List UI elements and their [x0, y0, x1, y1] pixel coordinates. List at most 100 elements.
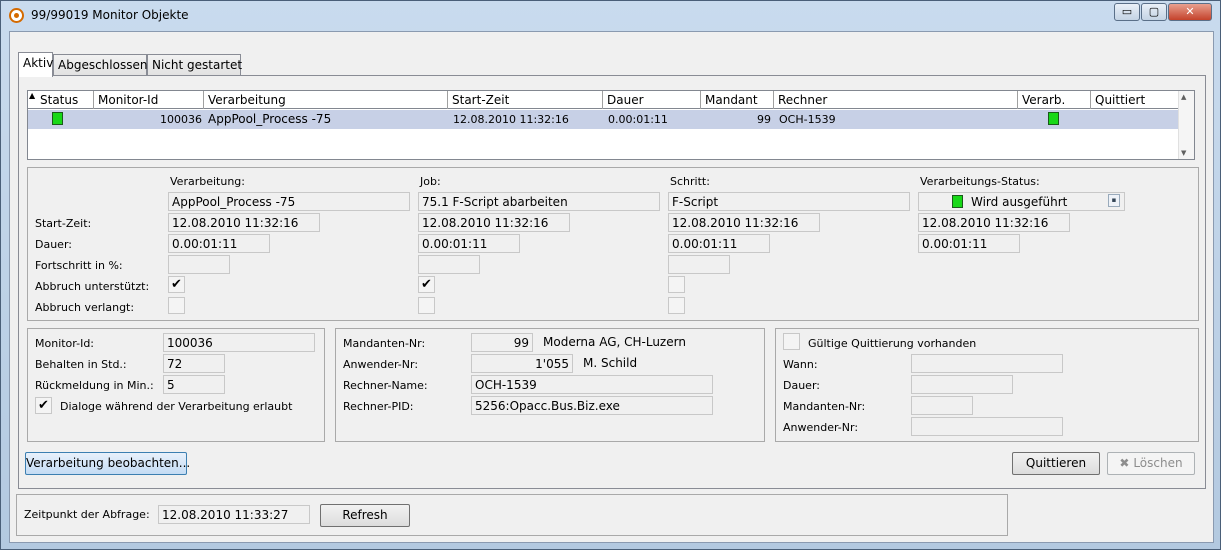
tab-aktiv[interactable]: Aktiv [18, 52, 53, 77]
col-rechner[interactable]: Rechner [774, 91, 1018, 109]
label-wann: Wann: [783, 358, 818, 371]
footer-group: Zeitpunkt der Abfrage: 12.08.2010 11:33:… [16, 494, 1008, 536]
status-value: Wird ausgeführt [971, 195, 1068, 209]
label-dauer: Dauer: [35, 238, 72, 251]
schritt-abbruch-verlangt-checkbox[interactable] [668, 297, 685, 314]
label-abbruch-unterstuetzt: Abbruch unterstützt: [35, 280, 150, 293]
label-start-zeit: Start-Zeit: [35, 217, 92, 230]
verarbeitung-abbruch-verlangt-checkbox[interactable] [168, 297, 185, 314]
monitor-window: 99/99019 Monitor Objekte ▭ ▢ ✕ Aktiv Abg… [0, 0, 1221, 550]
scroll-down-icon[interactable]: ▼ [1181, 149, 1186, 157]
grid-scrollbar[interactable]: ▲ ▼ [1178, 91, 1194, 159]
sort-arrow-icon: ▲ [29, 91, 36, 100]
row-start-zeit: 12.08.2010 11:32:16 [453, 113, 569, 126]
header-schritt: Schritt: [670, 175, 710, 188]
behalten-field[interactable]: 72 [163, 354, 225, 373]
col-verarb[interactable]: Verarb. [1018, 91, 1091, 109]
quittierung-anwender-nr-field[interactable] [911, 417, 1063, 436]
loeschen-button[interactable]: ✖ Löschen [1107, 452, 1195, 475]
maximize-button[interactable]: ▢ [1141, 3, 1167, 21]
delete-icon: ✖ [1119, 456, 1130, 470]
col-monitor-id[interactable]: Monitor-Id [94, 91, 204, 109]
label-abbruch-verlangt: Abbruch verlangt: [35, 301, 135, 314]
row-monitor-id: 100036 [160, 113, 202, 126]
col-start-zeit[interactable]: Start-Zeit [448, 91, 603, 109]
verarbeitung-field[interactable]: AppPool_Process -75 [168, 192, 410, 211]
status-running-icon [952, 195, 963, 208]
label-monitor-id: Monitor-Id: [35, 337, 95, 350]
mandant-group: Mandanten-Nr: 99 Moderna AG, CH-Luzern A… [335, 328, 765, 442]
label-anwender-nr: Anwender-Nr: [343, 358, 419, 371]
rechner-pid-field[interactable]: 5256:Opacc.Bus.Biz.exe [471, 396, 713, 415]
scroll-up-icon[interactable]: ▲ [1181, 93, 1186, 101]
verarbeitung-start-field[interactable]: 12.08.2010 11:32:16 [168, 213, 320, 232]
dialoge-checkbox[interactable]: ✔ [35, 397, 52, 414]
zeitpunkt-field[interactable]: 12.08.2010 11:33:27 [158, 505, 310, 524]
quittierung-dauer-field[interactable] [911, 375, 1013, 394]
label-quittierung-anwender-nr: Anwender-Nr: [783, 421, 859, 434]
schritt-dauer-field[interactable]: 0.00:01:11 [668, 234, 770, 253]
label-rechner-name: Rechner-Name: [343, 379, 428, 392]
close-button[interactable]: ✕ [1168, 3, 1212, 21]
verarbeitung-abbruch-unterstuetzt-checkbox[interactable]: ✔ [168, 276, 185, 293]
col-verarbeitung[interactable]: Verarbeitung [204, 91, 448, 109]
verarb-led-icon [1048, 112, 1059, 125]
quittieren-button[interactable]: Quittieren [1012, 452, 1100, 475]
monitor-id-field[interactable]: 100036 [163, 333, 315, 352]
title-bar[interactable]: 99/99019 Monitor Objekte ▭ ▢ ✕ [1, 1, 1220, 29]
schritt-field[interactable]: F-Script [668, 192, 910, 211]
col-mandant[interactable]: Mandant [701, 91, 774, 109]
quittierung-mandanten-nr-field[interactable] [911, 396, 973, 415]
row-verarbeitung: AppPool_Process -75 [208, 112, 332, 126]
col-quittiert[interactable]: Quittiert [1091, 91, 1180, 109]
schritt-abbruch-unterstuetzt-checkbox[interactable] [668, 276, 685, 293]
schritt-fortschritt-field[interactable] [668, 255, 730, 274]
mandanten-nr-field[interactable]: 99 [471, 333, 533, 352]
quittierung-group: Gültige Quittierung vorhanden Wann: Daue… [775, 328, 1199, 442]
verarbeitung-beobachten-button[interactable]: Verarbeitung beobachten... [25, 452, 190, 475]
status-field[interactable]: Wird ausgeführt ▪ [918, 192, 1125, 211]
status-dropdown-icon[interactable]: ▪ [1108, 194, 1120, 207]
client-area: Aktiv Abgeschlossen Nicht gestartet ▲ St… [9, 31, 1214, 543]
job-abbruch-unterstuetzt-checkbox[interactable]: ✔ [418, 276, 435, 293]
job-field[interactable]: 75.1 F-Script abarbeiten [418, 192, 660, 211]
dialoge-label: Dialoge während der Verarbeitung erlaubt [60, 400, 293, 413]
window-title: 99/99019 Monitor Objekte [31, 8, 189, 22]
anwender-name: M. Schild [583, 356, 638, 370]
quittierung-label: Gültige Quittierung vorhanden [808, 337, 977, 350]
status-led-icon [52, 112, 63, 125]
refresh-button[interactable]: Refresh [320, 504, 410, 527]
job-start-field[interactable]: 12.08.2010 11:32:16 [418, 213, 570, 232]
tab-panel-aktiv: ▲ Status Monitor-Id Verarbeitung Start-Z… [18, 75, 1206, 489]
status-start-field[interactable]: 12.08.2010 11:32:16 [918, 213, 1070, 232]
table-row[interactable]: 100036 AppPool_Process -75 12.08.2010 11… [28, 110, 1180, 129]
loeschen-label: Löschen [1133, 456, 1183, 470]
wann-field[interactable] [911, 354, 1063, 373]
rueckmeldung-field[interactable]: 5 [163, 375, 225, 394]
label-quittierung-mandanten-nr: Mandanten-Nr: [783, 400, 866, 413]
row-rechner: OCH-1539 [779, 113, 836, 126]
minimize-button[interactable]: ▭ [1114, 3, 1140, 21]
header-verarbeitung: Verarbeitung: [170, 175, 245, 188]
header-job: Job: [420, 175, 441, 188]
col-dauer[interactable]: Dauer [603, 91, 701, 109]
label-mandanten-nr: Mandanten-Nr: [343, 337, 426, 350]
job-fortschritt-field[interactable] [418, 255, 480, 274]
verarbeitung-dauer-field[interactable]: 0.00:01:11 [168, 234, 270, 253]
schritt-start-field[interactable]: 12.08.2010 11:32:16 [668, 213, 820, 232]
monitor-grid[interactable]: ▲ Status Monitor-Id Verarbeitung Start-Z… [27, 90, 1195, 160]
col-status[interactable]: Status [36, 91, 94, 109]
header-verarbeitungs-status: Verarbeitungs-Status: [920, 175, 1040, 188]
verarbeitung-fortschritt-field[interactable] [168, 255, 230, 274]
status-dauer-field[interactable]: 0.00:01:11 [918, 234, 1020, 253]
job-abbruch-verlangt-checkbox[interactable] [418, 297, 435, 314]
quittierung-checkbox[interactable] [783, 333, 800, 350]
row-dauer: 0.00:01:11 [608, 113, 668, 126]
rechner-name-field[interactable]: OCH-1539 [471, 375, 713, 394]
anwender-nr-field[interactable]: 1'055 [471, 354, 573, 373]
job-dauer-field[interactable]: 0.00:01:11 [418, 234, 520, 253]
mandant-name: Moderna AG, CH-Luzern [543, 335, 686, 349]
tab-abgeschlossen[interactable]: Abgeschlossen [53, 54, 147, 76]
tab-nicht-gestartet[interactable]: Nicht gestartet [147, 54, 242, 76]
app-icon [9, 8, 24, 23]
